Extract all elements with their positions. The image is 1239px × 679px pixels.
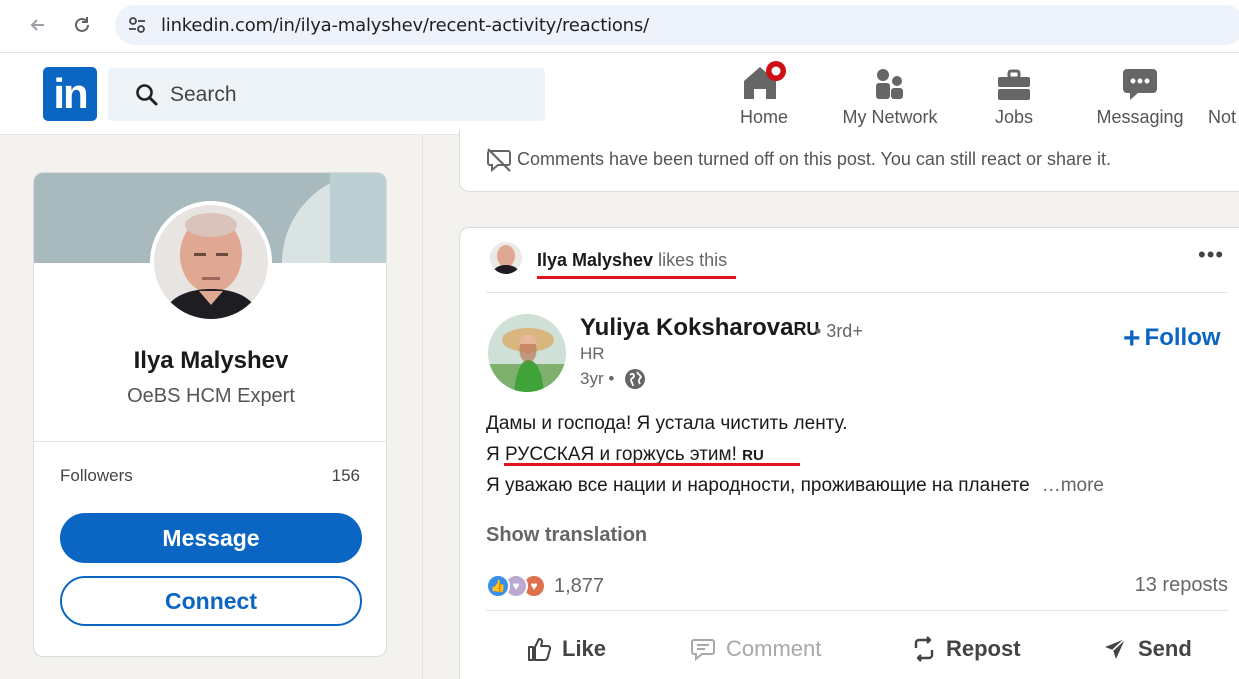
reaction-icons: 👍 ♥ ♥ xyxy=(486,573,550,599)
author-title: HR xyxy=(580,344,605,363)
liker-action: likes this xyxy=(653,250,728,270)
nav-notifications-label: Not xyxy=(1208,107,1237,127)
comments-off-icon xyxy=(487,148,511,172)
site-settings-icon[interactable] xyxy=(127,15,147,35)
nav-home-label: Home xyxy=(739,107,788,127)
liker-avatar[interactable] xyxy=(490,242,522,274)
send-button[interactable]: Send xyxy=(1102,633,1192,665)
reactions-summary[interactable]: 👍 ♥ ♥ 1,877 xyxy=(486,572,604,600)
reload-icon[interactable] xyxy=(67,10,97,40)
reposts-count[interactable]: 13 reposts xyxy=(1135,574,1228,597)
previous-post-footer: Comments have been turned off on this po… xyxy=(459,130,1239,192)
nav-notifications[interactable]: Not xyxy=(1208,61,1239,131)
post-time: 3yr • xyxy=(580,369,615,388)
column-divider xyxy=(422,135,423,679)
connect-button[interactable]: Connect xyxy=(60,576,362,626)
divider xyxy=(486,292,1228,293)
comments-off-notice: Comments have been turned off on this po… xyxy=(517,149,1112,169)
divider xyxy=(486,610,1228,611)
social-context: Ilya Malyshev likes this xyxy=(537,250,727,271)
address-bar[interactable]: linkedin.com/in/ilya-malyshev/recent-act… xyxy=(115,5,1239,45)
linkedin-logo[interactable]: in xyxy=(43,67,97,121)
back-arrow-icon[interactable] xyxy=(23,10,53,40)
post-text-line: Дамы и господа! Я устала чистить ленту. xyxy=(486,413,848,434)
nav-jobs-label: Jobs xyxy=(994,107,1034,127)
search-input[interactable]: Search xyxy=(108,68,545,121)
like-reaction-icon: 👍 xyxy=(486,574,510,598)
author-name[interactable]: Yuliya KoksharovaRU xyxy=(580,314,819,342)
browser-toolbar: linkedin.com/in/ilya-malyshev/recent-act… xyxy=(0,0,1239,53)
connection-degree: • 3rd+ xyxy=(815,321,863,341)
search-placeholder: Search xyxy=(170,83,237,106)
author-avatar[interactable] xyxy=(488,314,566,392)
more-options-icon[interactable]: ••• xyxy=(1198,244,1224,266)
profile-card: Ilya Malyshev OeBS HCM Expert Followers … xyxy=(33,172,387,657)
liker-name[interactable]: Ilya Malyshev xyxy=(537,250,653,270)
search-icon xyxy=(136,84,158,106)
like-button[interactable]: Like xyxy=(526,633,606,665)
nav-home[interactable]: Home xyxy=(728,61,800,131)
url-text: linkedin.com/in/ilya-malyshev/recent-act… xyxy=(161,15,649,36)
see-more-link[interactable]: …more xyxy=(1042,475,1104,496)
comment-button: Comment xyxy=(690,633,821,665)
post-text-line: Я уважаю все нации и народности, прожива… xyxy=(486,475,1104,496)
briefcase-icon xyxy=(998,69,1030,100)
thumbs-up-icon xyxy=(528,638,552,661)
message-button[interactable]: Message xyxy=(60,513,362,563)
followers-label: Followers xyxy=(60,466,133,485)
divider xyxy=(34,441,386,442)
repost-icon xyxy=(914,636,934,662)
post-flag: RU xyxy=(742,447,764,464)
profile-headline: OeBS HCM Expert xyxy=(127,385,295,407)
followers-count: 156 xyxy=(331,466,360,485)
nav-messaging-label: Messaging xyxy=(1096,107,1184,127)
repost-button[interactable]: Repost xyxy=(912,633,1021,665)
send-icon xyxy=(1105,638,1126,659)
nav-jobs[interactable]: Jobs xyxy=(984,61,1044,131)
globe-icon xyxy=(625,369,645,389)
profile-name[interactable]: Ilya Malyshev xyxy=(34,347,386,375)
home-icon xyxy=(744,61,786,99)
show-translation-button[interactable]: Show translation xyxy=(486,524,647,547)
people-icon xyxy=(876,69,903,99)
post-body: Дамы и господа! Я устала чистить ленту. … xyxy=(486,408,1226,501)
nav-messaging[interactable]: Messaging xyxy=(1090,61,1190,131)
feed-post: Ilya Malyshev likes this ••• Yuliya Koks… xyxy=(459,227,1239,679)
profile-avatar[interactable] xyxy=(150,201,272,323)
comment-icon xyxy=(691,639,715,661)
linkedin-header: in Search Home My Network Jobs Messaging… xyxy=(0,53,1239,135)
annotation-underline xyxy=(537,276,736,279)
nav-my-network-label: My Network xyxy=(842,107,938,127)
reaction-count: 1,877 xyxy=(554,574,605,597)
annotation-underline xyxy=(504,463,800,466)
follow-button[interactable]: + Follow xyxy=(1123,322,1221,356)
nav-my-network[interactable]: My Network xyxy=(835,61,945,131)
chat-icon xyxy=(1123,69,1157,100)
